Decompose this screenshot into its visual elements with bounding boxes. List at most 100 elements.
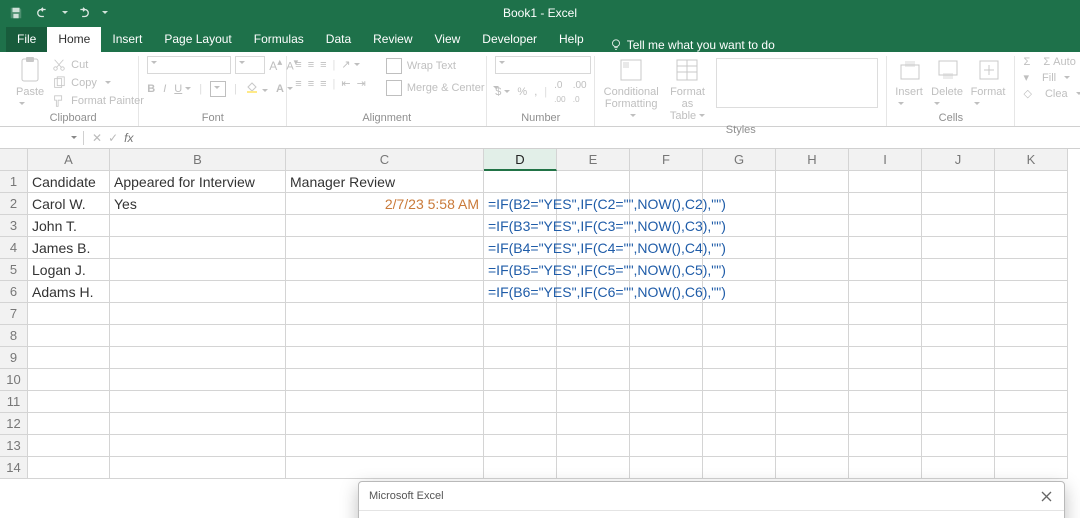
cell-C2[interactable]: 2/7/23 5:58 AM [286, 193, 484, 215]
cell-D5[interactable]: =IF(B5="YES",IF(C5="",NOW(),C5),"") [484, 259, 557, 281]
cell-J12[interactable] [922, 413, 995, 435]
cell-F8[interactable] [630, 325, 703, 347]
cell-J3[interactable] [922, 215, 995, 237]
cell-D2[interactable]: =IF(B2="YES",IF(C2="",NOW(),C2),"") [484, 193, 557, 215]
row-header-4[interactable]: 4 [0, 237, 28, 259]
bold-button[interactable]: B [147, 83, 155, 95]
cell-C11[interactable] [286, 391, 484, 413]
cell-H8[interactable] [776, 325, 849, 347]
cell-G14[interactable] [703, 457, 776, 479]
cell-I4[interactable] [849, 237, 922, 259]
enter-formula-icon[interactable]: ✓ [108, 131, 118, 145]
cell-K14[interactable] [995, 457, 1068, 479]
cell-H1[interactable] [776, 171, 849, 193]
comma-style-button[interactable]: , [534, 86, 537, 98]
cell-J7[interactable] [922, 303, 995, 325]
delete-cells-button[interactable]: Delete [931, 56, 964, 110]
cell-K11[interactable] [995, 391, 1068, 413]
fill-button[interactable]: ▾ Fill [1023, 71, 1070, 84]
cell-D3[interactable]: =IF(B3="YES",IF(C3="",NOW(),C3),"") [484, 215, 557, 237]
cell-J4[interactable] [922, 237, 995, 259]
cell-B5[interactable] [110, 259, 286, 281]
autosum-button[interactable]: Σ Σ Auto [1023, 56, 1075, 68]
tab-help[interactable]: Help [548, 27, 595, 52]
orientation-icon[interactable]: ↗ [341, 58, 359, 71]
italic-button[interactable]: I [163, 83, 166, 95]
cell-H2[interactable] [776, 193, 849, 215]
cell-I7[interactable] [849, 303, 922, 325]
column-header-A[interactable]: A [28, 149, 110, 171]
increase-decimal-icon[interactable]: .0.00 [554, 80, 566, 104]
percent-button[interactable]: % [517, 86, 527, 98]
cell-D14[interactable] [484, 457, 557, 479]
format-cells-button[interactable]: Format [971, 56, 1007, 110]
cell-C14[interactable] [286, 457, 484, 479]
cell-A1[interactable]: Candidate [28, 171, 110, 193]
cell-B13[interactable] [110, 435, 286, 457]
cell-K7[interactable] [995, 303, 1068, 325]
cell-E1[interactable] [557, 171, 630, 193]
borders-button[interactable] [210, 81, 226, 97]
cell-E11[interactable] [557, 391, 630, 413]
cell-F11[interactable] [630, 391, 703, 413]
cell-J14[interactable] [922, 457, 995, 479]
cell-I1[interactable] [849, 171, 922, 193]
font-name-dropdown[interactable] [147, 56, 231, 74]
font-size-dropdown[interactable] [235, 56, 265, 74]
cell-G10[interactable] [703, 369, 776, 391]
cell-J13[interactable] [922, 435, 995, 457]
worksheet-grid[interactable]: ABCDEFGHIJK 1234567891011121314 Candidat… [0, 149, 1080, 518]
cell-E14[interactable] [557, 457, 630, 479]
tab-view[interactable]: View [424, 27, 472, 52]
cell-K9[interactable] [995, 347, 1068, 369]
align-bottom-icon[interactable]: ≡ [320, 59, 326, 71]
cell-A9[interactable] [28, 347, 110, 369]
cell-H6[interactable] [776, 281, 849, 303]
cell-C5[interactable] [286, 259, 484, 281]
cell-H9[interactable] [776, 347, 849, 369]
cut-button[interactable]: Cut [52, 58, 144, 72]
cell-K13[interactable] [995, 435, 1068, 457]
cell-G12[interactable] [703, 413, 776, 435]
cell-B14[interactable] [110, 457, 286, 479]
cell-H14[interactable] [776, 457, 849, 479]
column-header-I[interactable]: I [849, 149, 922, 171]
cell-D8[interactable] [484, 325, 557, 347]
row-header-10[interactable]: 10 [0, 369, 28, 391]
tab-data[interactable]: Data [315, 27, 362, 52]
cell-H5[interactable] [776, 259, 849, 281]
cell-B4[interactable] [110, 237, 286, 259]
cell-K8[interactable] [995, 325, 1068, 347]
tab-review[interactable]: Review [362, 27, 423, 52]
cell-K2[interactable] [995, 193, 1068, 215]
cell-G7[interactable] [703, 303, 776, 325]
cell-B11[interactable] [110, 391, 286, 413]
tell-me-search[interactable]: Tell me what you want to do [601, 38, 783, 52]
cell-H7[interactable] [776, 303, 849, 325]
cell-A5[interactable]: Logan J. [28, 259, 110, 281]
cell-J6[interactable] [922, 281, 995, 303]
cell-G13[interactable] [703, 435, 776, 457]
cell-E9[interactable] [557, 347, 630, 369]
cell-D1[interactable] [484, 171, 557, 193]
cell-E7[interactable] [557, 303, 630, 325]
cell-K1[interactable] [995, 171, 1068, 193]
cell-G8[interactable] [703, 325, 776, 347]
cell-K12[interactable] [995, 413, 1068, 435]
cell-E13[interactable] [557, 435, 630, 457]
column-header-B[interactable]: B [110, 149, 286, 171]
tab-developer[interactable]: Developer [471, 27, 548, 52]
cell-A11[interactable] [28, 391, 110, 413]
cell-I5[interactable] [849, 259, 922, 281]
row-header-6[interactable]: 6 [0, 281, 28, 303]
accounting-format-button[interactable]: $ [495, 86, 510, 98]
row-header-9[interactable]: 9 [0, 347, 28, 369]
row-header-5[interactable]: 5 [0, 259, 28, 281]
row-header-3[interactable]: 3 [0, 215, 28, 237]
align-center-icon[interactable]: ≡ [308, 78, 314, 90]
cell-D7[interactable] [484, 303, 557, 325]
row-header-2[interactable]: 2 [0, 193, 28, 215]
paste-button[interactable]: Paste [16, 56, 44, 110]
cell-J5[interactable] [922, 259, 995, 281]
column-header-E[interactable]: E [557, 149, 630, 171]
